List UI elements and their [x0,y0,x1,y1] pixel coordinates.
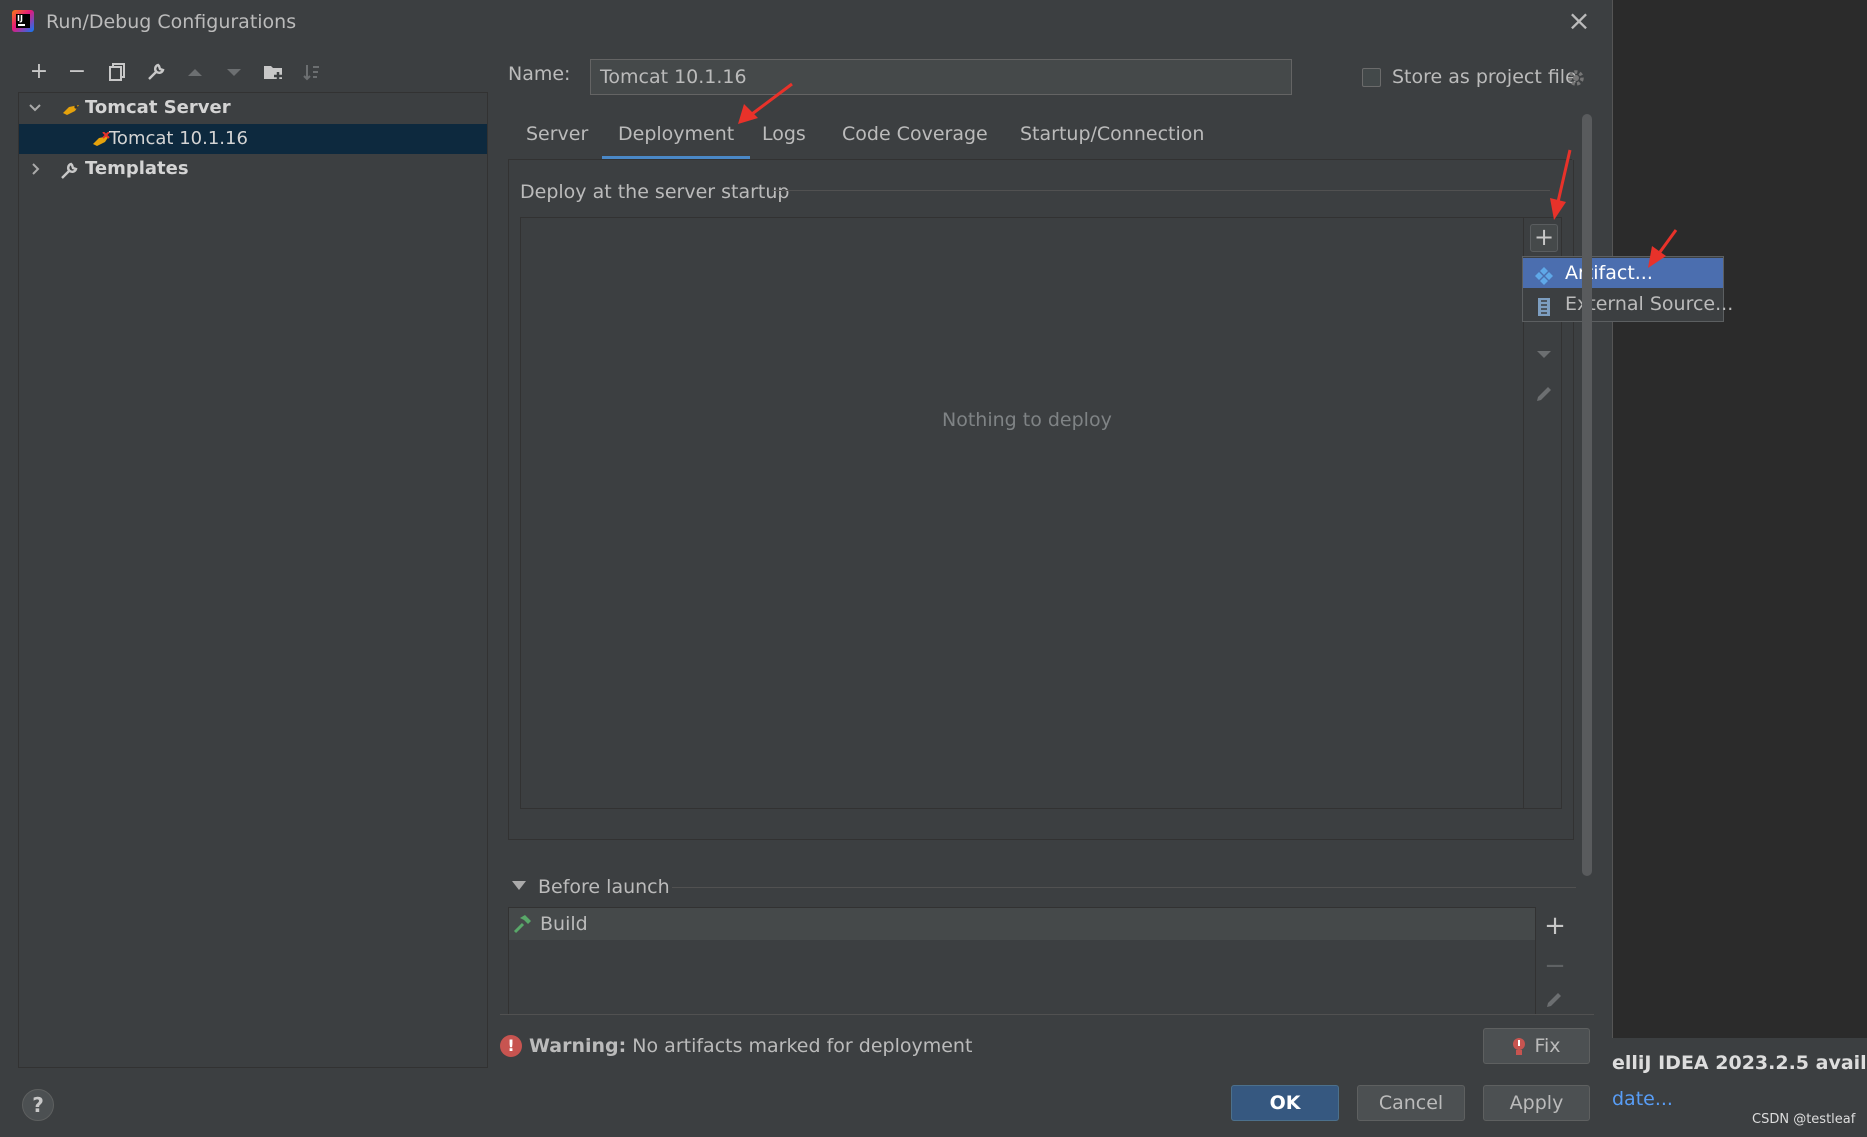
before-launch-task-label: Build [540,913,588,935]
remove-config-icon[interactable]: − [64,58,90,86]
error-icon: ! [500,1035,522,1057]
deploy-list[interactable] [520,217,1562,809]
store-as-project-label: Store as project file [1392,66,1577,88]
title-bar: IJ Run/Debug Configurations × [0,0,1612,44]
deploy-empty-text: Nothing to deploy [942,409,1112,431]
wrench-icon[interactable] [143,58,169,86]
store-as-project-checkbox[interactable] [1362,68,1381,87]
tree-item-label: Tomcat Server [85,97,231,118]
add-task-button[interactable]: + [1542,913,1568,939]
tab-startup-connection[interactable]: Startup/Connection [1004,112,1220,160]
tab-server[interactable]: Server [510,112,604,160]
chevron-down-icon[interactable] [512,881,526,890]
intellij-logo-icon: IJ [12,10,34,32]
watermark: CSDN @testleaf [1752,1112,1856,1127]
tomcat-icon [61,99,81,117]
tree-item-tomcat-10-1-16[interactable]: Tomcat 10.1.16 [19,124,487,154]
menu-item-artifact[interactable]: Artifact... [1523,258,1723,288]
remove-task-button[interactable]: − [1542,953,1568,979]
apply-button[interactable]: Apply [1483,1085,1590,1121]
artifact-icon [1535,264,1553,285]
before-launch-task-row[interactable] [509,908,1535,940]
section-divider [672,887,1576,888]
deploy-section-title: Deploy at the server startup [520,181,790,203]
edit-icon[interactable] [1530,380,1558,408]
move-up-icon[interactable] [182,58,208,86]
warning-separator [500,1014,1594,1015]
move-down-icon[interactable] [1530,340,1558,368]
ok-button[interactable]: OK [1231,1085,1339,1121]
before-launch-title[interactable]: Before launch [538,876,670,898]
copy-config-icon[interactable] [104,58,130,86]
notification-title: elliJ IDEA 2023.2.5 available [1612,1052,1867,1074]
tree-item-label: Templates [85,158,189,179]
close-button[interactable]: × [1566,7,1592,35]
menu-item-external-source[interactable]: External Source... [1523,289,1733,319]
move-down-icon[interactable] [221,58,247,86]
tree-item-tomcat-server[interactable]: Tomcat Server [19,93,487,123]
tab-code-coverage[interactable]: Code Coverage [826,112,1004,160]
hammer-icon [511,913,533,935]
gear-icon[interactable] [1565,67,1587,89]
menu-item-label: Artifact... [1565,262,1653,284]
bulb-icon [1513,1037,1526,1055]
add-deployment-button[interactable]: + [1530,224,1558,252]
notification-update-link[interactable]: date... [1612,1088,1673,1110]
tree-item-templates[interactable]: Templates [19,154,487,184]
warning-message: Warning: No artifacts marked for deploym… [529,1035,972,1057]
chevron-down-icon[interactable] [27,93,43,123]
sort-icon[interactable] [299,58,325,86]
config-tree: Tomcat Server Tomcat 10.1.16 Templates [18,92,488,1068]
tree-item-label: Tomcat 10.1.16 [109,128,248,149]
new-folder-icon[interactable] [260,58,286,86]
tomcat-config-icon [91,130,111,148]
tab-deployment[interactable]: Deployment [602,112,751,160]
fix-label: Fix [1534,1035,1561,1057]
add-deployment-menu: Artifact... External Source... [1522,256,1733,322]
help-button[interactable]: ? [22,1089,54,1121]
section-divider [772,190,1550,191]
add-config-icon[interactable]: + [26,58,52,86]
chevron-right-icon[interactable] [27,154,43,184]
external-source-icon [1535,295,1553,316]
window-title: Run/Debug Configurations [46,11,297,33]
warning-prefix: Warning: [529,1035,627,1057]
name-field[interactable]: Tomcat 10.1.16 [590,59,1292,95]
wrench-icon [59,160,79,179]
edit-icon[interactable] [1544,990,1566,1012]
vertical-scrollbar[interactable] [1582,114,1592,876]
fix-button[interactable]: Fix [1483,1028,1590,1064]
warning-text: No artifacts marked for deployment [632,1035,973,1057]
cancel-button[interactable]: Cancel [1357,1085,1465,1121]
tab-logs[interactable]: Logs [746,112,822,160]
name-label: Name: [508,63,571,85]
